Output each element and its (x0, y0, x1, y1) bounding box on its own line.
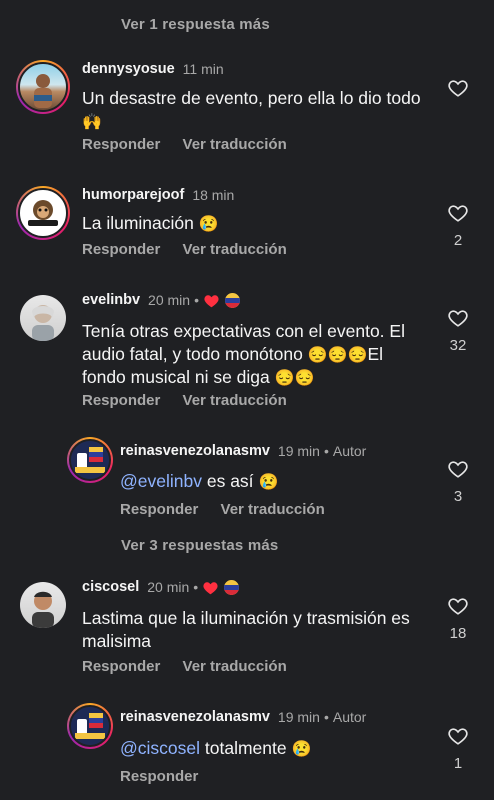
mention-link[interactable]: @ciscosel (120, 738, 200, 758)
reply-text: @evelinbv es así 😢 (120, 471, 279, 491)
separator-dot: • (193, 579, 199, 595)
username[interactable]: humorparejoof (82, 187, 184, 203)
avatar[interactable] (67, 703, 113, 749)
avatar[interactable] (20, 295, 66, 341)
mention-link[interactable]: @evelinbv (120, 471, 202, 491)
comment-header: dennysyosue 11 min (82, 61, 224, 77)
timestamp: 19 min (277, 443, 320, 459)
comment-actions: Responder Ver traducción (82, 136, 287, 153)
comment-actions: Responder Ver traducción (82, 658, 287, 675)
reply-button[interactable]: Responder (82, 241, 160, 258)
comment-header: evelinbv 20 min • (82, 292, 240, 308)
reply-button[interactable]: Responder (82, 136, 160, 153)
like-button[interactable] (447, 725, 469, 752)
like-count: 3 (453, 488, 463, 505)
reply-actions: Responder (120, 768, 198, 785)
comment-header: humorparejoof 18 min (82, 187, 234, 203)
reply-button[interactable]: Responder (120, 501, 198, 518)
comment-text: La iluminación 😢 (82, 213, 219, 233)
comment-text: Tenía otras expectativas con el evento. … (82, 321, 405, 387)
crying-face-emoji: 😢 (291, 741, 312, 758)
comment-text: Un desastre de evento, pero ella lo dio … (82, 88, 421, 131)
raising-hands-emoji: 🙌 (82, 114, 102, 131)
like-count: 2 (453, 232, 463, 249)
timestamp: 20 min (147, 579, 190, 595)
creator-avatar-icon (224, 292, 240, 308)
heart-icon (448, 461, 468, 478)
separator-dot: • (323, 709, 329, 725)
timestamp: 18 min (192, 187, 235, 203)
avatar-photo (34, 74, 52, 108)
translate-button[interactable]: Ver traducción (183, 392, 287, 409)
heart-icon (448, 205, 468, 222)
username[interactable]: dennysyosue (82, 61, 175, 77)
like-count: 18 (449, 625, 467, 642)
avatar[interactable] (16, 186, 70, 240)
like-count: 1 (453, 755, 463, 772)
like-button[interactable] (447, 307, 469, 334)
avatar[interactable] (16, 60, 70, 114)
crying-face-emoji: 😢 (198, 216, 219, 233)
timestamp: 19 min (277, 709, 320, 725)
like-button[interactable] (447, 458, 469, 485)
timestamp: 20 min (148, 292, 191, 308)
author-badge: Autor (332, 443, 367, 459)
crying-face-emoji: 😢 (258, 474, 279, 491)
username[interactable]: evelinbv (82, 292, 140, 308)
translate-button[interactable]: Ver traducción (221, 501, 325, 518)
avatar[interactable] (20, 582, 66, 628)
pensive-face-emoji: 😔😔😔 (307, 347, 368, 364)
translate-button[interactable]: Ver traducción (183, 136, 287, 153)
view-more-replies-top[interactable]: Ver 1 respuesta más (121, 16, 270, 33)
avatar-logo (71, 707, 109, 745)
view-more-replies[interactable]: Ver 3 respuestas más (121, 537, 278, 554)
author-badge: Autor (332, 709, 367, 725)
like-count: 32 (449, 337, 467, 354)
comment-actions: Responder Ver traducción (82, 241, 287, 258)
reply-actions: Responder Ver traducción (120, 501, 325, 518)
reply-text: @ciscosel totalmente 😢 (120, 738, 312, 758)
username[interactable]: reinasvenezolanasmv (120, 443, 270, 459)
avatar-photo (32, 591, 54, 628)
separator-dot: • (194, 292, 199, 308)
reply-button[interactable]: Responder (82, 392, 160, 409)
like-button[interactable] (447, 595, 469, 622)
avatar[interactable] (67, 437, 113, 483)
avatar-photo (32, 305, 54, 341)
creator-avatar-icon (224, 579, 240, 595)
heart-icon (448, 80, 468, 97)
username[interactable]: ciscosel (82, 579, 139, 595)
like-button[interactable] (447, 77, 469, 104)
timestamp: 11 min (182, 61, 224, 77)
reply-button[interactable]: Responder (82, 658, 160, 675)
reply-header: reinasvenezolanasmv 19 min • Autor (120, 709, 366, 725)
comment-text: Lastima que la iluminación y trasmisión … (82, 608, 410, 651)
comment-header: ciscosel 20 min • (82, 579, 240, 595)
heart-icon (448, 728, 468, 745)
avatar-logo (71, 441, 109, 479)
heart-icon (448, 310, 468, 327)
pensive-face-emoji: 😔😔 (274, 370, 315, 387)
avatar-logo (28, 200, 58, 226)
heart-icon (448, 598, 468, 615)
like-button[interactable] (447, 202, 469, 229)
creator-liked-heart-icon (203, 581, 218, 594)
reply-header: reinasvenezolanasmv 19 min • Autor (120, 443, 366, 459)
username[interactable]: reinasvenezolanasmv (120, 709, 270, 725)
reply-button[interactable]: Responder (120, 768, 198, 785)
separator-dot: • (323, 443, 329, 459)
creator-liked-heart-icon (204, 294, 219, 307)
translate-button[interactable]: Ver traducción (183, 658, 287, 675)
translate-button[interactable]: Ver traducción (183, 241, 287, 258)
comment-actions: Responder Ver traducción (82, 392, 287, 409)
